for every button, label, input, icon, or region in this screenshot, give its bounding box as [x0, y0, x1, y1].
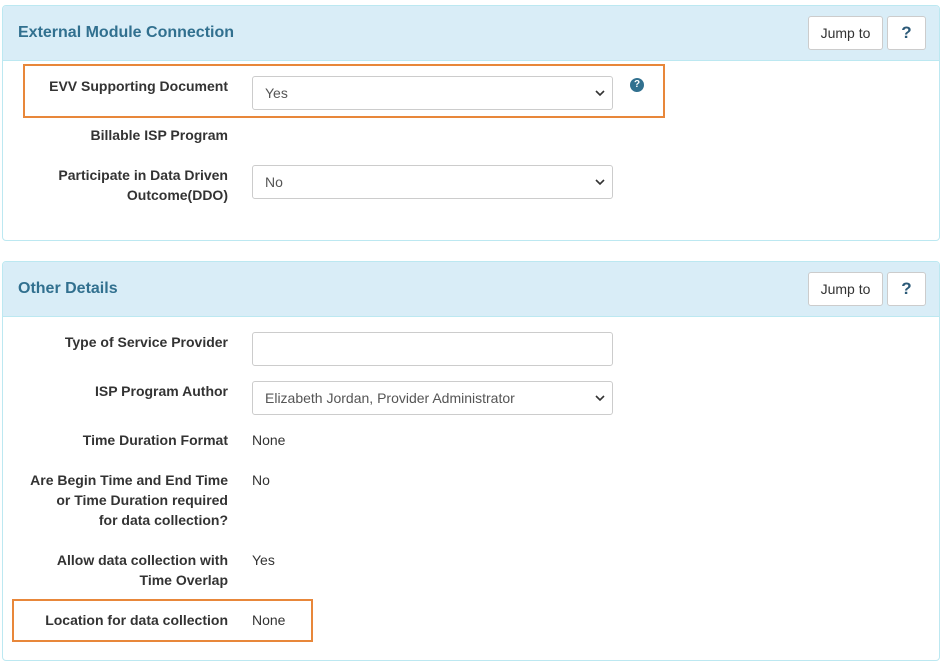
- type-of-service-provider-label: Type of Service Provider: [64, 334, 228, 350]
- time-duration-format-label: Time Duration Format: [82, 432, 228, 448]
- help-button[interactable]: ?: [887, 16, 926, 50]
- panel-heading: Other Details Jump to ?: [3, 262, 939, 317]
- billable-isp-program-label: Billable ISP Program: [90, 127, 228, 143]
- participate-ddo-label: Participate in Data Driven Outcome(DDO): [8, 165, 228, 205]
- type-of-service-provider-input[interactable]: [252, 332, 613, 366]
- other-details-panel: Other Details Jump to ?: [2, 261, 940, 661]
- select-value: Elizabeth Jordan, Provider Administrator: [265, 390, 515, 406]
- time-duration-format-value: None: [252, 432, 286, 448]
- panel-title: External Module Connection: [18, 24, 235, 41]
- begin-end-required-value: No: [252, 472, 270, 488]
- chevron-down-icon: [594, 77, 606, 109]
- chevron-down-icon: [594, 382, 606, 414]
- external-module-connection-panel: External Module Connection Jump to ?: [2, 5, 940, 241]
- label-line: Are Begin Time and End Time: [30, 472, 228, 488]
- location-label: Location for data collection: [45, 612, 228, 628]
- label-line: Allow data collection with: [56, 552, 228, 568]
- label-line: Participate in Data Driven: [58, 167, 228, 183]
- participate-ddo-select[interactable]: No: [252, 165, 613, 199]
- isp-program-author-label: ISP Program Author: [94, 383, 228, 399]
- select-value: Yes: [265, 85, 288, 101]
- jump-to-button[interactable]: Jump to: [808, 16, 883, 50]
- panel-title: Other Details: [18, 280, 118, 297]
- location-value: None: [252, 612, 286, 628]
- isp-program-author-select[interactable]: Elizabeth Jordan, Provider Administrator: [252, 381, 613, 415]
- label-line: for data collection?: [98, 512, 228, 528]
- label-line: or Time Duration required: [56, 492, 228, 508]
- allow-overlap-value: Yes: [252, 552, 275, 568]
- question-circle-icon[interactable]: ?: [630, 78, 644, 92]
- help-button[interactable]: ?: [887, 272, 926, 306]
- panel-heading: External Module Connection Jump to ?: [3, 6, 939, 61]
- label-line: Time Overlap: [139, 572, 228, 588]
- begin-end-required-label: Are Begin Time and End Time or Time Dura…: [8, 470, 228, 530]
- evv-supporting-document-label: EVV Supporting Document: [49, 78, 228, 94]
- label-line: Outcome(DDO): [126, 187, 228, 203]
- evv-supporting-document-select[interactable]: Yes: [252, 76, 613, 110]
- chevron-down-icon: [594, 166, 606, 198]
- select-value: No: [265, 174, 283, 190]
- allow-overlap-label: Allow data collection with Time Overlap: [8, 550, 228, 590]
- jump-to-button[interactable]: Jump to: [808, 272, 883, 306]
